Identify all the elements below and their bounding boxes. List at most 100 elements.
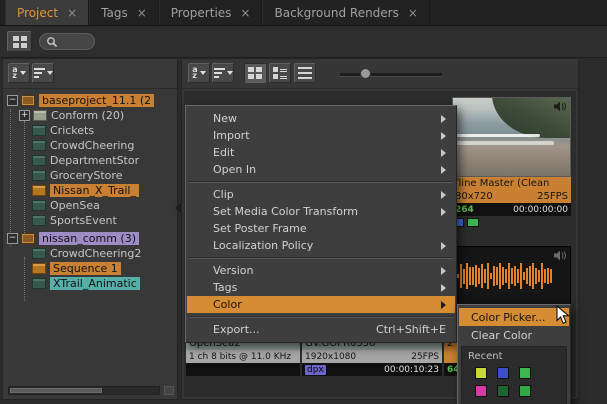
expander-icon[interactable]: + xyxy=(19,110,30,121)
recent-colors-section: Recent xyxy=(461,346,567,404)
tree-item-crickets[interactable]: Crickets xyxy=(5,123,175,138)
expander-icon[interactable]: − xyxy=(7,95,18,106)
tab-tags[interactable]: Tags × xyxy=(89,0,159,25)
tab-background-renders[interactable]: Background Renders × xyxy=(262,0,429,25)
tree-item-sportsevent[interactable]: SportsEvent xyxy=(5,213,175,228)
clip-icon xyxy=(32,125,46,136)
tree-item-nissan-comm[interactable]: − nissan_comm (3) xyxy=(5,231,175,246)
clip-resolution-row: 1920x1080 25FPS xyxy=(302,350,442,363)
tree-item-crowdcheering[interactable]: CrowdCheering xyxy=(5,138,175,153)
tab-project[interactable]: Project × xyxy=(5,0,89,25)
thumbnail-size-slider[interactable] xyxy=(340,73,442,77)
sort-order-button[interactable] xyxy=(212,63,234,83)
search-icon xyxy=(46,36,58,48)
sort-alpha-icon: az xyxy=(192,67,197,79)
sort-bars-icon xyxy=(214,68,225,78)
menu-item-label: Color xyxy=(213,298,242,311)
tree-item-label: Nissan_X_Trail_ xyxy=(50,184,139,197)
expander-icon[interactable]: − xyxy=(7,233,18,244)
tree-item-baseproject[interactable]: − baseproject_11.1 (2 xyxy=(5,93,175,108)
close-icon[interactable]: × xyxy=(67,7,77,19)
close-icon[interactable]: × xyxy=(240,7,250,19)
tree-item-conform[interactable]: + Conform (20) xyxy=(5,108,175,123)
tree-item-departmentstore[interactable]: DepartmentStor xyxy=(5,153,175,168)
menu-item-label: Import xyxy=(213,129,250,142)
recent-label: Recent xyxy=(468,351,562,362)
menu-item-label: Localization Policy xyxy=(213,239,313,252)
tree-item-grocerystore[interactable]: GroceryStore xyxy=(5,168,175,183)
project-bin-panel: az − baseproject_11.1 (2 + Conform (20) … xyxy=(2,58,178,400)
tree-item-crowdcheering2[interactable]: CrowdCheering2 xyxy=(5,246,175,261)
menu-item-new[interactable]: New xyxy=(187,110,455,127)
menu-item-edit[interactable]: Edit xyxy=(187,144,455,161)
color-swatch[interactable] xyxy=(519,385,531,397)
clip-card-offline-master[interactable]: fline Master (Clean 80x720 25FPS 264 00:… xyxy=(452,97,571,227)
tree-item-label: nissan_comm (3) xyxy=(39,232,139,245)
menu-item-version[interactable]: Version xyxy=(187,262,455,279)
tag-chip-green[interactable] xyxy=(467,218,479,227)
search-input[interactable] xyxy=(39,33,95,50)
scrollbar-thumb[interactable] xyxy=(10,388,102,393)
tab-bar: Project × Tags × Properties × Background… xyxy=(0,0,607,26)
menu-item-localization-policy[interactable]: Localization Policy xyxy=(187,237,455,254)
sort-bars-icon xyxy=(34,68,45,78)
close-icon[interactable]: × xyxy=(137,7,147,19)
horizontal-scrollbar[interactable] xyxy=(8,386,160,395)
tree-item-sequence-1[interactable]: Sequence 1 xyxy=(5,261,175,276)
tree-item-label: Sequence 1 xyxy=(50,262,121,275)
color-swatch[interactable] xyxy=(497,385,509,397)
menu-item-tags[interactable]: Tags xyxy=(187,279,455,296)
menu-item-clear-color[interactable]: Clear Color xyxy=(459,326,569,344)
clip-thumbnail[interactable] xyxy=(452,97,571,177)
timecode: 00:00:10:23 xyxy=(384,365,439,375)
clip-icon xyxy=(32,248,46,259)
clip-card-audio[interactable] xyxy=(452,246,571,306)
color-swatch[interactable] xyxy=(475,367,487,379)
close-icon[interactable]: × xyxy=(408,7,418,19)
audio-waveform xyxy=(457,247,552,305)
view-detail-button[interactable] xyxy=(269,63,291,83)
menu-item-set-poster-frame[interactable]: Set Poster Frame xyxy=(187,220,455,237)
menu-item-export[interactable]: Export... Ctrl+Shift+E xyxy=(187,321,455,338)
sort-order-button[interactable] xyxy=(32,63,54,83)
speaker-icon xyxy=(553,101,567,112)
context-menu: New Import Edit Open In Clip Set Media C… xyxy=(185,105,457,343)
tree-item-opensea[interactable]: OpenSea xyxy=(5,198,175,213)
submenu-arrow-icon xyxy=(441,191,446,199)
color-swatch[interactable] xyxy=(519,367,531,379)
codec-badge: dpx xyxy=(305,365,326,375)
tree-item-xtrail-animatic[interactable]: XTrail_Animatic xyxy=(5,276,175,291)
clip-audio-info: 1 ch 8 bits @ 11.0 KHz xyxy=(186,350,300,363)
tag-chips xyxy=(452,218,571,227)
sort-alphabetical-button[interactable]: az xyxy=(8,63,30,83)
clip-icon xyxy=(32,170,46,181)
list-view-icon xyxy=(298,67,312,79)
clip-icon xyxy=(32,155,46,166)
submenu-arrow-icon xyxy=(441,132,446,140)
layout-grid-button[interactable] xyxy=(7,31,32,52)
tree-item-nissan-x-trail[interactable]: Nissan_X_Trail_ xyxy=(5,183,175,198)
submenu-arrow-icon xyxy=(441,284,446,292)
color-swatch[interactable] xyxy=(475,385,487,397)
sort-alphabetical-button[interactable]: az xyxy=(188,63,210,83)
menu-item-clip[interactable]: Clip xyxy=(187,186,455,203)
menu-item-label: New xyxy=(213,112,237,125)
submenu-arrow-icon xyxy=(441,149,446,157)
view-list-button[interactable] xyxy=(294,63,316,83)
tab-properties[interactable]: Properties × xyxy=(159,0,263,25)
tree-item-label: XTrail_Animatic xyxy=(50,277,140,290)
menu-item-color-picker[interactable]: Color Picker... xyxy=(459,308,569,326)
codec-badge: 264 xyxy=(455,205,474,215)
menu-item-color[interactable]: Color xyxy=(187,296,455,313)
tree-item-label: OpenSea xyxy=(50,199,100,212)
menu-item-open-in[interactable]: Open In xyxy=(187,161,455,178)
menu-item-import[interactable]: Import xyxy=(187,127,455,144)
slider-thumb[interactable] xyxy=(360,68,371,79)
clip-codec-row xyxy=(186,363,300,376)
color-swatch[interactable] xyxy=(497,367,509,379)
view-thumbnail-button[interactable] xyxy=(244,63,266,83)
tree-item-label: Conform (20) xyxy=(51,109,124,122)
menu-item-set-media-color-transform[interactable]: Set Media Color Transform xyxy=(187,203,455,220)
color-submenu: Color Picker... Clear Color Recent xyxy=(457,304,571,404)
panel-collapse-arrow-icon[interactable] xyxy=(175,203,181,213)
